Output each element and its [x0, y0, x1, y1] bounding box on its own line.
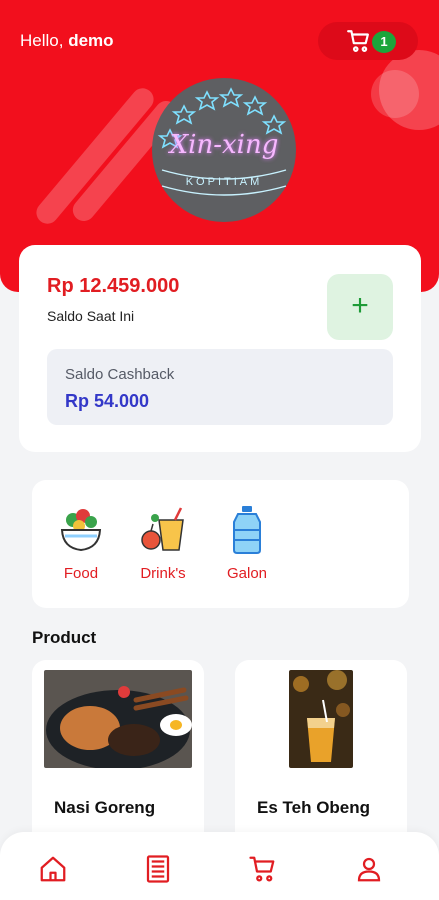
- greeting: Hello, demo: [20, 31, 114, 51]
- nasi-goreng-image: [44, 670, 192, 768]
- product-section-title: Product: [32, 628, 97, 647]
- category-label: Galon: [226, 565, 268, 582]
- cashback-label: Saldo Cashback: [65, 366, 175, 383]
- nav-orders[interactable]: [143, 854, 173, 884]
- category-label: Food: [63, 565, 99, 582]
- salad-bowl-icon: [60, 509, 102, 552]
- category-label: Drink's: [140, 565, 186, 582]
- product-image: [44, 670, 192, 768]
- greeting-prefix: Hello,: [20, 31, 69, 50]
- balance-card: Rp 12.459.000 Saldo Saat Ini + Saldo Cas…: [19, 245, 421, 452]
- home-icon: [40, 856, 66, 882]
- cart-icon: [249, 856, 275, 882]
- category-drinks[interactable]: Drink's: [128, 506, 198, 582]
- profile-icon: [357, 857, 381, 882]
- cashback-box: Saldo Cashback Rp 54.000: [47, 349, 393, 425]
- balance-amount: Rp 12.459.000: [47, 275, 180, 297]
- cart-button[interactable]: [318, 22, 418, 60]
- product-name: Es Teh Obeng: [257, 798, 371, 817]
- brand-logo: Xin-xing KOPITIAM: [152, 78, 296, 222]
- nav-profile[interactable]: [354, 854, 384, 884]
- category-galon[interactable]: Galon: [212, 506, 282, 582]
- username: demo: [68, 31, 114, 50]
- drinks-icon: [141, 507, 184, 551]
- water-gallon-icon: [233, 506, 261, 554]
- category-food[interactable]: Food: [46, 506, 116, 582]
- category-card: Food Drink's Galon: [32, 480, 409, 608]
- brand-name: Xin-xing: [169, 130, 279, 160]
- balance-label: Saldo Saat Ini: [47, 308, 135, 324]
- es-teh-image: [289, 670, 353, 768]
- cart-icon: [347, 30, 369, 52]
- product-name: Nasi Goreng: [54, 798, 156, 817]
- nav-cart[interactable]: [248, 854, 278, 884]
- product-card-es-teh-obeng[interactable]: Es Teh Obeng: [235, 660, 407, 860]
- product-card-nasi-goreng[interactable]: Nasi Goreng: [32, 660, 204, 860]
- nav-home[interactable]: [38, 854, 68, 884]
- brand-subtitle: KOPITIAM: [185, 176, 263, 188]
- cashback-amount: Rp 54.000: [65, 391, 150, 411]
- top-up-button[interactable]: +: [327, 274, 393, 340]
- product-image: [289, 670, 353, 768]
- bottom-navigation: [0, 832, 439, 900]
- decorative-circle: [371, 70, 419, 118]
- order-list-icon: [146, 855, 170, 883]
- cart-count-badge: 1: [372, 31, 396, 53]
